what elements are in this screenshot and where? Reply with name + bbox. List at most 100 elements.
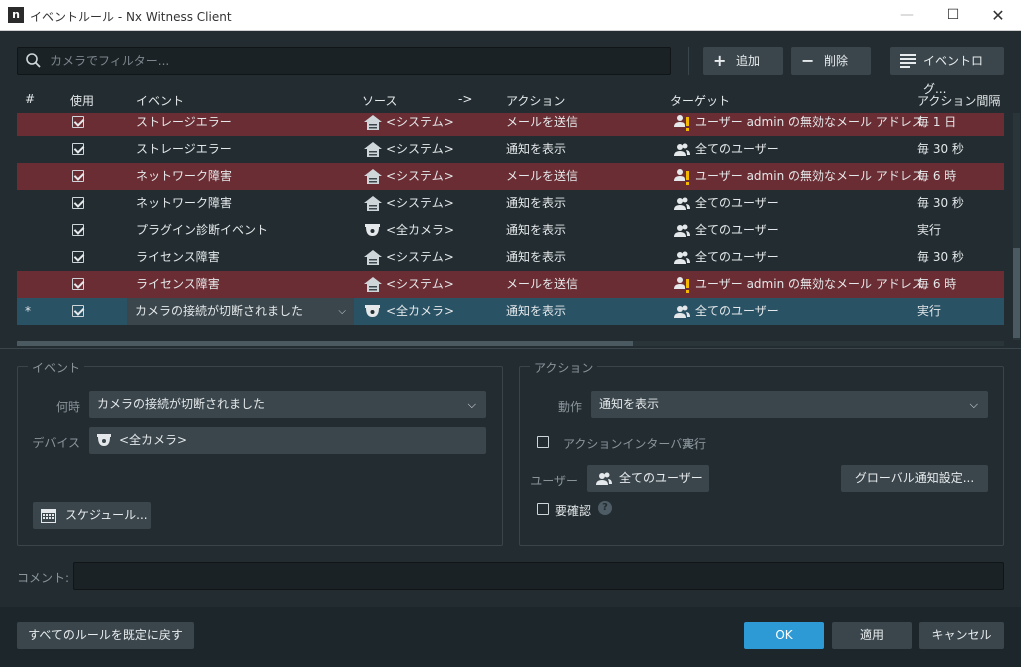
vertical-scrollbar[interactable] — [1013, 113, 1020, 340]
table-row[interactable]: * カメラの接続が切断されました ⌵ <全カメラ> 通知を表示 全てのユーザー 実行 — [17, 298, 1004, 325]
table-row[interactable]: ストレージエラー <システム> メールを送信 ユーザー admin の無効なメール ア… — [17, 113, 1004, 136]
ok-button[interactable]: OK — [744, 622, 824, 649]
server-icon — [364, 196, 382, 211]
device-selector[interactable]: <全カメラ> — [89, 427, 486, 454]
source-cell: <システム> — [386, 250, 454, 264]
header-action[interactable]: アクション — [506, 92, 565, 109]
enabled-checkbox[interactable] — [72, 170, 84, 182]
enabled-checkbox[interactable] — [72, 197, 84, 209]
rules-table-body: ストレージエラー <システム> メールを送信 ユーザー admin の無効なメール ア… — [17, 113, 1004, 341]
close-button[interactable]: ✕ — [975, 0, 1021, 31]
horizontal-scrollbar-thumb[interactable] — [17, 341, 633, 346]
action-interval-checkbox[interactable] — [537, 436, 549, 448]
header-event[interactable]: イベント — [136, 92, 184, 109]
do-label: 動作 — [557, 400, 582, 414]
require-confirmation-checkbox[interactable] — [537, 503, 549, 515]
schedule-button[interactable]: スケジュール... — [33, 502, 151, 529]
interval-cell: 毎 6 時 — [917, 277, 957, 291]
source-cell: <全カメラ> — [386, 223, 455, 237]
enabled-checkbox[interactable] — [72, 305, 84, 317]
source-cell: <全カメラ> — [386, 304, 455, 318]
header-use[interactable]: 使用 — [70, 92, 94, 109]
target-cell: ユーザー admin の無効なメール アドレス — [695, 169, 924, 183]
device-label: デバイス — [32, 436, 80, 450]
action-cell: 通知を表示 — [506, 304, 567, 318]
target-cell: 全てのユーザー — [695, 223, 779, 237]
event-cell: ストレージエラー — [136, 142, 232, 156]
calendar-icon — [41, 509, 56, 523]
when-dropdown[interactable]: カメラの接続が切断されました ⌵ — [89, 391, 486, 418]
event-cell: ストレージエラー — [136, 115, 232, 129]
plus-icon: + — [713, 51, 727, 70]
event-log-button[interactable]: イベントログ... — [890, 47, 1004, 96]
action-group-title: アクション — [530, 359, 598, 376]
target-cell: ユーザー admin の無効なメール アドレス — [695, 115, 924, 129]
table-row[interactable]: ライセンス障害 <システム> 通知を表示 全てのユーザー 毎 30 秒 — [17, 244, 1004, 271]
source-cell: <システム> — [386, 196, 454, 210]
event-type-dropdown[interactable]: カメラの接続が切断されました ⌵ — [127, 298, 354, 325]
list-icon — [900, 54, 916, 68]
interval-cell: 実行 — [917, 223, 942, 237]
server-icon — [364, 277, 382, 292]
event-group-title: イベント — [28, 359, 85, 376]
camera-icon — [97, 434, 111, 446]
camera-filter-field[interactable] — [17, 47, 671, 75]
table-row[interactable]: プラグイン診断イベント <全カメラ> 通知を表示 全てのユーザー 実行 — [17, 217, 1004, 244]
require-confirmation-label: 要確認 — [555, 504, 592, 518]
enabled-checkbox[interactable] — [72, 251, 84, 263]
apply-button[interactable]: 適用 — [832, 622, 912, 649]
help-icon[interactable]: ? — [598, 501, 612, 515]
cancel-button[interactable]: キャンセル — [919, 622, 1004, 649]
header-num[interactable]: # — [25, 92, 35, 106]
user-selector-button[interactable]: 全てのユーザー — [587, 465, 709, 492]
delete-rule-button[interactable]: − 削除 — [791, 47, 871, 75]
action-dropdown[interactable]: 通知を表示 ⌵ — [591, 391, 988, 418]
user-label: ユーザー — [530, 474, 578, 488]
header-arrow: -> — [458, 92, 473, 106]
camera-filter-input[interactable] — [50, 51, 650, 71]
add-rule-button[interactable]: + 追加 — [703, 47, 783, 75]
server-icon — [364, 142, 382, 157]
camera-icon — [365, 305, 380, 317]
global-notification-settings-button[interactable]: グローバル通知設定... — [841, 465, 988, 492]
chevron-down-icon: ⌵ — [969, 398, 978, 411]
header-source[interactable]: ソース — [362, 92, 397, 109]
table-row[interactable]: ネットワーク障害 <システム> 通知を表示 全てのユーザー 毎 30 秒 — [17, 190, 1004, 217]
action-cell: 通知を表示 — [506, 142, 567, 156]
action-interval-label: アクションインターバル: — [563, 437, 699, 451]
table-row[interactable]: ライセンス障害 <システム> メールを送信 ユーザー admin の無効なメール アド… — [17, 271, 1004, 298]
title-bar: n イベントルール - Nx Witness Client — ☐ ✕ — [0, 0, 1021, 31]
event-cell: ネットワーク障害 — [136, 196, 233, 210]
minus-icon: − — [801, 51, 815, 70]
enabled-checkbox[interactable] — [72, 143, 84, 155]
enabled-checkbox[interactable] — [72, 278, 84, 290]
reset-all-rules-button[interactable]: すべてのルールを既定に戻す — [17, 622, 194, 649]
table-row[interactable]: ストレージエラー <システム> 通知を表示 全てのユーザー 毎 30 秒 — [17, 136, 1004, 163]
app-logo-icon: n — [8, 7, 24, 23]
minimize-button[interactable]: — — [884, 0, 930, 31]
enabled-checkbox[interactable] — [72, 116, 84, 128]
action-value: 通知を表示 — [599, 397, 660, 411]
comment-input[interactable] — [73, 562, 1004, 590]
vertical-scrollbar-thumb[interactable] — [1013, 248, 1020, 338]
header-target[interactable]: ターゲット — [670, 92, 730, 109]
target-cell: 全てのユーザー — [695, 304, 779, 318]
action-cell: メールを送信 — [506, 277, 579, 291]
users-icon — [674, 305, 690, 318]
maximize-button[interactable]: ☐ — [930, 0, 976, 31]
header-interval[interactable]: アクション間隔 — [917, 92, 1000, 109]
when-value: カメラの接続が切断されました — [97, 397, 266, 411]
event-cell: ライセンス障害 — [136, 277, 220, 291]
enabled-checkbox[interactable] — [72, 224, 84, 236]
source-cell: <システム> — [386, 142, 454, 156]
user-warning-icon — [674, 115, 689, 131]
event-cell: ネットワーク障害 — [136, 169, 233, 183]
server-icon — [364, 169, 382, 184]
table-row[interactable]: ネットワーク障害 <システム> メールを送信 ユーザー admin の無効なメール ア… — [17, 163, 1004, 190]
user-warning-icon — [674, 277, 689, 293]
action-cell: 通知を表示 — [506, 250, 567, 264]
server-icon — [364, 250, 382, 265]
toolbar-divider — [688, 47, 689, 75]
camera-icon — [365, 224, 380, 236]
interval-cell: 毎 6 時 — [917, 169, 957, 183]
